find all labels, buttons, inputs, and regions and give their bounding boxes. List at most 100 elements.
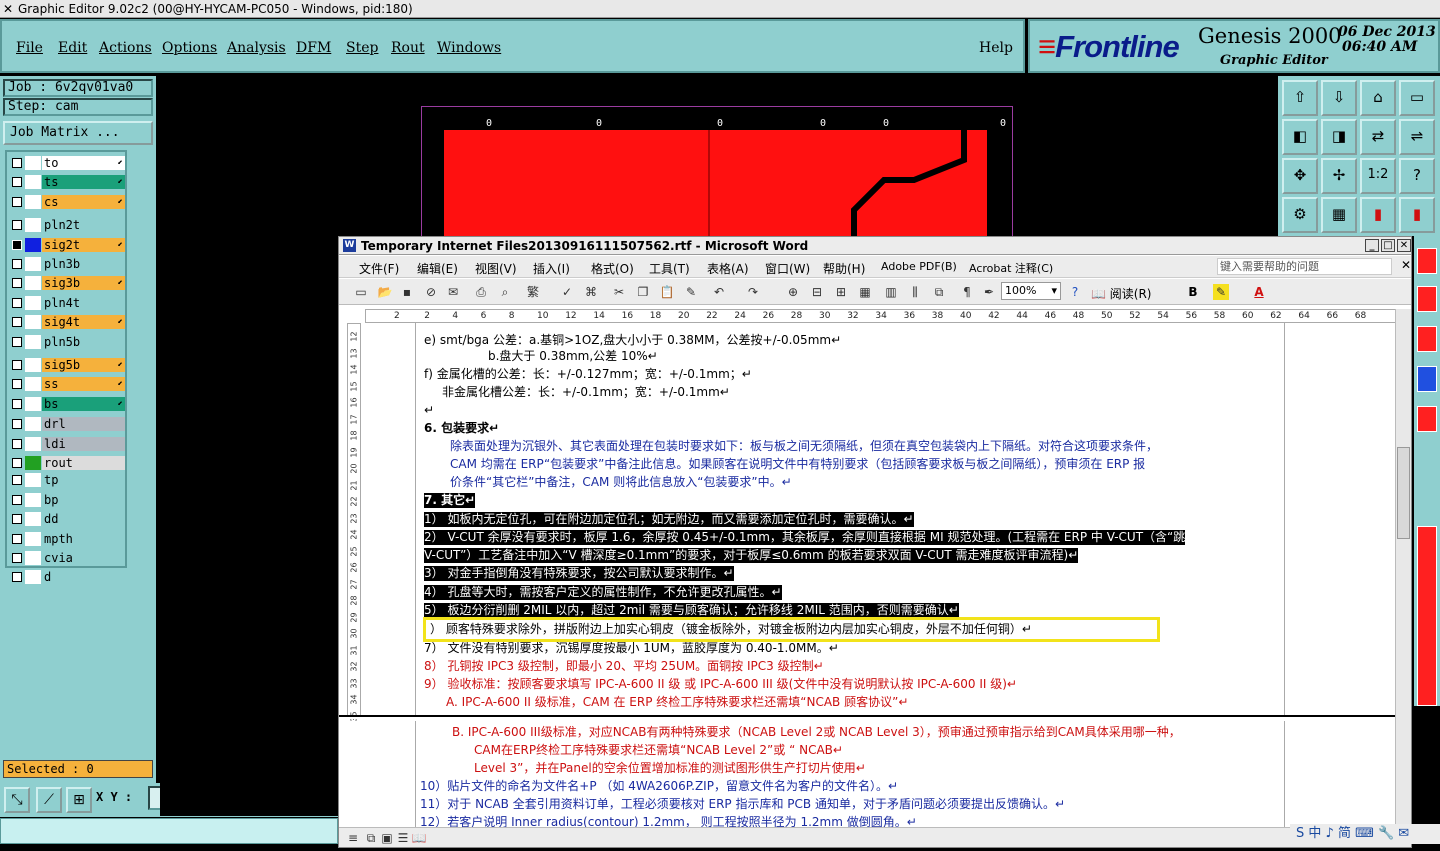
- layer-name[interactable]: cvia: [42, 551, 125, 565]
- layer-checkbox[interactable]: [12, 533, 22, 544]
- help-search-input[interactable]: 键入需要帮助的问题: [1217, 258, 1392, 275]
- vertical-scrollbar[interactable]: [1395, 309, 1411, 837]
- layer-checkbox[interactable]: [12, 259, 22, 269]
- document-map-icon[interactable]: ⧉: [931, 284, 947, 300]
- bold-icon[interactable]: B: [1185, 284, 1201, 300]
- translate-icon[interactable]: ⌘: [583, 284, 599, 300]
- layer-color-swatch[interactable]: [25, 436, 41, 451]
- web-view-icon[interactable]: ⧉: [363, 830, 379, 846]
- doc-line[interactable]: ↵: [424, 403, 434, 418]
- doc-line[interactable]: 1） 如板内无定位孔，可在附边加定位孔；如无附边，而又需要添加定位孔时，需要确认…: [424, 512, 914, 527]
- doc-line[interactable]: 非金属化槽公差：长：+/-0.1mm；宽：+/-0.1mm↵: [442, 385, 730, 400]
- save-icon[interactable]: ▪: [399, 284, 415, 300]
- menu-dfm[interactable]: DFM: [296, 40, 331, 56]
- word-menu-insert[interactable]: 插入(I): [533, 260, 570, 277]
- layer-name[interactable]: pln5b: [42, 334, 125, 349]
- show-hide-icon[interactable]: ¶: [959, 284, 975, 300]
- import-down-icon[interactable]: ⇩: [1321, 80, 1357, 116]
- highlight-icon[interactable]: ✎: [1213, 284, 1229, 300]
- help-icon[interactable]: ?: [1067, 284, 1083, 300]
- layer-name[interactable]: ts ⬋: [42, 175, 125, 190]
- home-icon[interactable]: ⌂: [1360, 80, 1396, 116]
- layer-bp[interactable]: bp: [9, 492, 125, 507]
- scrollbar-thumb[interactable]: [1397, 447, 1410, 539]
- layer-tp[interactable]: tp: [9, 473, 125, 488]
- doc-line[interactable]: 5） 板边分衍削删 2MIL 以内，超过 2mil 需要与顾客确认；允许移线 2…: [424, 603, 959, 618]
- menu-edit[interactable]: Edit: [58, 40, 87, 56]
- layer-checkbox[interactable]: [12, 572, 22, 583]
- layer-checkbox[interactable]: [12, 458, 22, 468]
- outline-view-icon[interactable]: ☰: [395, 830, 411, 846]
- doc-line[interactable]: b.盘大于 0.38mm,公差 10%↵: [488, 349, 658, 364]
- doc-line[interactable]: 7. 其它↵: [424, 493, 476, 508]
- email-icon[interactable]: ✉: [445, 284, 461, 300]
- maximize-button[interactable]: □: [1381, 239, 1395, 252]
- insert-excel-icon[interactable]: ▦: [857, 284, 873, 300]
- doc-line[interactable]: Level 3”，并在Panel的空余位置增加标准的测试图形供生产打切片使用↵: [474, 761, 866, 776]
- grid-icon[interactable]: ⊞: [66, 787, 92, 813]
- doc-line[interactable]: 10）贴片文件的命名为文件名+P （如 4WA2606P.ZIP，留意文件名为客…: [420, 779, 898, 794]
- ink-icon[interactable]: ✒: [981, 284, 997, 300]
- layer-color-swatch[interactable]: [25, 276, 41, 291]
- layer-pln2t[interactable]: pln2t: [9, 218, 125, 233]
- layer-sig3b[interactable]: sig3b ⬋: [9, 276, 125, 291]
- layer-color-swatch[interactable]: [25, 295, 41, 310]
- print-preview-icon[interactable]: ⌕: [497, 284, 513, 300]
- layer-color-swatch[interactable]: [25, 257, 41, 271]
- pan-right-icon[interactable]: ◨: [1321, 119, 1357, 155]
- layer-sig2t[interactable]: sig2t ⬋: [9, 237, 125, 252]
- document-page-1[interactable]: e) smt/bga 公差：a.基铜>1OZ,盘大小小于 0.38MM，公差按+…: [415, 323, 1285, 717]
- layer-checkbox[interactable]: [12, 278, 22, 289]
- redo-icon[interactable]: ↷: [745, 284, 761, 300]
- layer-checkbox[interactable]: [12, 514, 22, 525]
- spelling-icon[interactable]: 繁: [525, 284, 541, 300]
- print-layout-icon[interactable]: ▣: [379, 830, 395, 846]
- doc-line[interactable]: CAM 均需在 ERP“包装要求”中备注此信息。如果顾客在说明文件中有特别要求（…: [450, 457, 1145, 472]
- doc-line[interactable]: B. IPC-A-600 III级标准，对应NCAB有两种特殊要求（NCAB L…: [452, 725, 1181, 740]
- layer-toggle-icon[interactable]: [1417, 526, 1437, 706]
- layer-color-swatch[interactable]: [25, 334, 41, 349]
- word-menu-acrobat[interactable]: Acrobat 注释(C): [969, 260, 1053, 276]
- doc-line[interactable]: f) 金属化槽的公差：长：+/-0.127mm；宽：+/-0.1mm；↵: [424, 367, 752, 382]
- measure-icon[interactable]: ⟋: [36, 787, 62, 813]
- layer-d[interactable]: d: [9, 570, 125, 585]
- layer-name[interactable]: ss ⬋: [42, 377, 125, 392]
- tools-icon[interactable]: ⚙: [1282, 197, 1318, 233]
- document-page-2[interactable]: B. IPC-A-600 III级标准，对应NCAB有两种特殊要求（NCAB L…: [415, 721, 1285, 829]
- zoom-center-icon[interactable]: ✢: [1321, 158, 1357, 194]
- doc-line[interactable]: 除表面处理为沉银外、其它表面处理在包装时要求如下：板与板之间无须隔纸，但须在真空…: [450, 439, 1158, 454]
- layer-name[interactable]: sig4t ⬋: [42, 315, 125, 330]
- copy-icon[interactable]: ❐: [635, 284, 651, 300]
- layer-checkbox[interactable]: [12, 239, 22, 250]
- layer-name[interactable]: cs ⬋: [42, 194, 125, 209]
- layer-name[interactable]: sig5b ⬋: [42, 358, 125, 372]
- export-up-icon[interactable]: ⇧: [1282, 80, 1318, 116]
- layer-color-swatch[interactable]: [25, 512, 41, 527]
- layer-name[interactable]: d: [42, 570, 125, 585]
- layer-checkbox[interactable]: [12, 220, 22, 231]
- menu-options[interactable]: Options: [162, 40, 217, 56]
- word-menu-table[interactable]: 表格(A): [707, 260, 749, 277]
- layer-name[interactable]: tp: [42, 473, 125, 488]
- layer-name[interactable]: mpth: [42, 531, 125, 546]
- layer-ldi[interactable]: ldi: [9, 436, 125, 451]
- menu-file[interactable]: File: [16, 40, 43, 56]
- layer-name[interactable]: rout: [42, 456, 125, 470]
- layer-color-swatch[interactable]: [25, 218, 41, 233]
- columns-icon[interactable]: ▥: [883, 284, 899, 300]
- doc-line[interactable]: 11）对于 NCAB 全套引用资料订单，工程必须要核对 ERP 指示库和 PCB…: [420, 797, 1065, 812]
- layer-color-swatch[interactable]: [25, 456, 41, 470]
- doc-line[interactable]: 2） V-CUT 余厚没有要求时，板厚 1.6，余厚按 0.45+/-0.1mm…: [424, 530, 1186, 545]
- layer-color-swatch[interactable]: [25, 377, 41, 392]
- layer-cvia[interactable]: cvia: [9, 551, 125, 565]
- layer-toggle-icon[interactable]: [1417, 406, 1437, 432]
- layer-checkbox[interactable]: [12, 553, 22, 563]
- layer-checkbox[interactable]: [12, 438, 22, 449]
- drawing-icon[interactable]: ⫼: [907, 284, 923, 300]
- layer-color-swatch[interactable]: [25, 194, 41, 209]
- undo-icon[interactable]: ↶: [711, 284, 727, 300]
- layer-name[interactable]: pln2t: [42, 218, 125, 233]
- layer-checkbox[interactable]: [12, 360, 22, 370]
- word-menu-view[interactable]: 视图(V): [475, 260, 517, 277]
- doc-line[interactable]: CAM在ERP终检工序特殊要求栏还需填“NCAB Level 2”或 “ NCA…: [474, 743, 843, 758]
